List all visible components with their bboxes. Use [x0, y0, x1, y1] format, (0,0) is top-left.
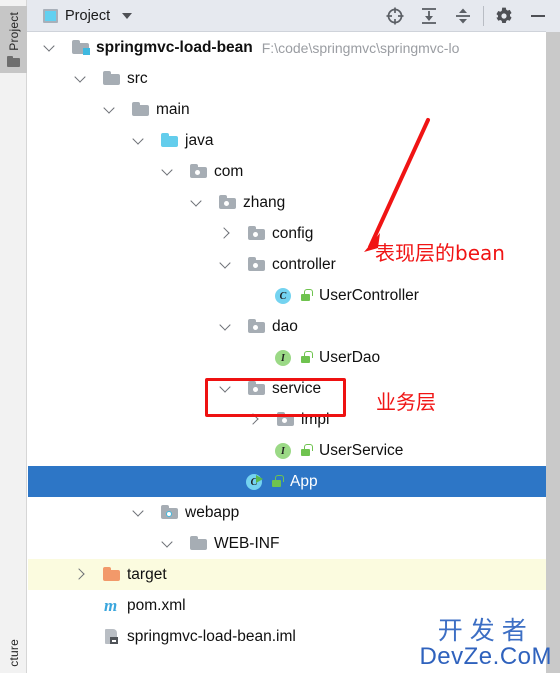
annotation-presentation-layer: 表现层的bean	[375, 241, 505, 265]
annotation-service-box	[205, 378, 346, 417]
annotation-business-layer: 业务层	[376, 390, 436, 414]
intellij-project-panel: Project cture Project springmvc-load-bea…	[0, 0, 560, 673]
annotation-arrow	[364, 118, 430, 252]
watermark-cn: 开发者	[437, 615, 534, 645]
watermark-en: DevZe.CoM	[419, 642, 552, 670]
watermark: 开发者 DevZe.CoM	[419, 615, 552, 670]
